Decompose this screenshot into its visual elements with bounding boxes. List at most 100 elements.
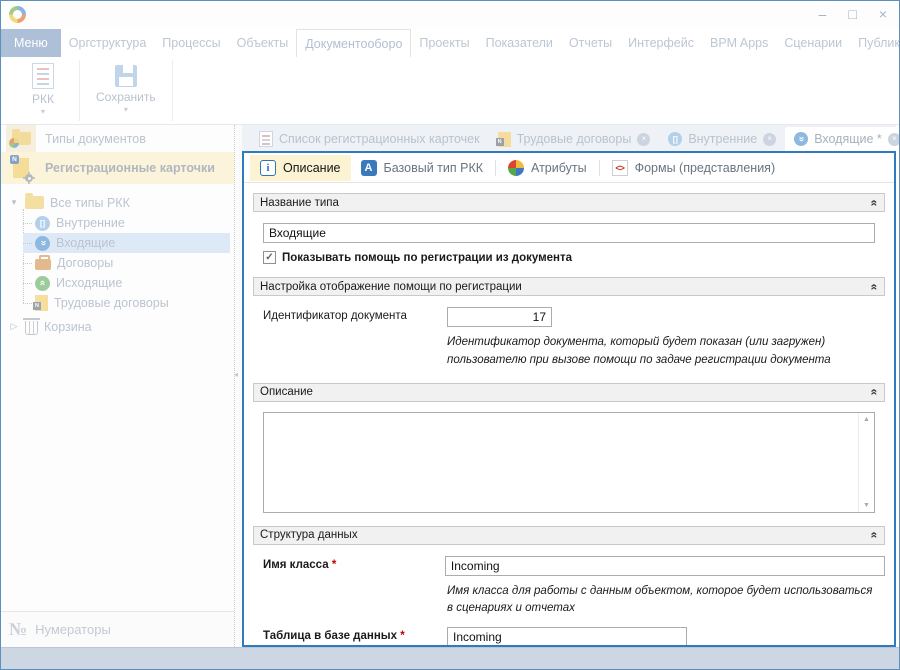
titlebar: – □ × xyxy=(1,1,899,29)
tab-divider xyxy=(495,160,496,176)
type-name-input[interactable] xyxy=(263,223,875,243)
tab-registration-cards-list[interactable]: Список регистрационных карточек xyxy=(250,127,489,151)
section-title: Структура данных xyxy=(260,529,358,541)
close-icon[interactable]: × xyxy=(879,5,887,23)
save-floppy-icon xyxy=(115,65,137,87)
document-id-input[interactable] xyxy=(447,307,552,327)
checkbox-checked-icon[interactable]: ✓ xyxy=(263,251,276,264)
app-logo-icon xyxy=(9,6,26,23)
tree-node-all-rkk-types[interactable]: ▾ Все типы РКК xyxy=(1,192,234,213)
description-textarea[interactable]: ▲ ▼ xyxy=(263,412,875,513)
tree-node-label: Все типы РКК xyxy=(50,196,130,210)
editor-tab-base-rkk-type[interactable]: А Базовый тип РКК xyxy=(351,155,494,181)
class-name-input[interactable] xyxy=(445,556,885,576)
incoming-docs-icon: » xyxy=(35,236,50,251)
scroll-up-icon[interactable]: ▲ xyxy=(863,416,870,423)
tab-processes[interactable]: Процессы xyxy=(154,29,228,57)
tab-incoming[interactable]: » Входящие * × xyxy=(785,127,900,151)
collapse-section-icon[interactable]: « xyxy=(870,389,880,396)
tree-node-contracts[interactable]: Договоры xyxy=(23,253,234,273)
registration-card-icon: N xyxy=(13,158,29,178)
section-title: Описание xyxy=(260,386,313,398)
tree-node-label: Трудовые договоры xyxy=(54,296,169,310)
code-brackets-icon: <> xyxy=(612,160,628,176)
ribbon-separator xyxy=(79,60,80,121)
document-id-label: Идентификатор документа xyxy=(263,307,447,322)
internal-docs-icon: [] xyxy=(35,216,50,231)
tab-reports[interactable]: Отчеты xyxy=(561,29,620,57)
editor-tab-description[interactable]: i Описание xyxy=(250,155,351,181)
tab-document-flow[interactable]: Документооборо xyxy=(296,29,411,57)
tab-projects[interactable]: Проекты xyxy=(411,29,477,57)
rkk-button-label: РКК xyxy=(32,92,54,106)
section-header-help-settings[interactable]: Настройка отображение помощи по регистра… xyxy=(253,277,885,296)
caret-down-icon: ▾ xyxy=(124,107,128,113)
editor-tab-attributes[interactable]: Атрибуты xyxy=(498,155,597,181)
menu-button[interactable]: Меню xyxy=(1,29,61,57)
rkk-tree: ▾ Все типы РКК [] Внутренние » Входящие … xyxy=(1,192,234,337)
sidebar-item-label: Нумераторы xyxy=(35,622,111,637)
tab-label: Трудовые договоры xyxy=(517,132,632,146)
save-button[interactable]: Сохранить ▾ xyxy=(88,57,164,124)
textarea-scrollbar[interactable]: ▲ ▼ xyxy=(858,413,874,512)
minimize-icon[interactable]: – xyxy=(819,5,827,23)
document-tab-strip: Список регистрационных карточек N Трудов… xyxy=(242,125,896,151)
ribbon-tab-bar: Меню Оргструктура Процессы Объекты Докум… xyxy=(1,29,899,57)
labor-contract-doc-icon: N xyxy=(498,132,511,147)
tab-internal[interactable]: [] Внутренние × xyxy=(659,127,785,151)
tree-node-label: Входящие xyxy=(56,236,115,250)
section-header-description[interactable]: Описание « xyxy=(253,383,885,402)
app-window: – □ × Меню Оргструктура Процессы Объекты… xyxy=(0,0,900,670)
collapse-section-icon[interactable]: « xyxy=(870,283,880,290)
sidebar-item-document-types[interactable]: Типы документов xyxy=(1,125,234,152)
sidebar-item-label: Типы документов xyxy=(45,132,146,146)
splitter-collapse-icon[interactable]: ◂ xyxy=(234,370,238,379)
tab-orgstructure[interactable]: Оргструктура xyxy=(61,29,154,57)
sidebar-item-numerators[interactable]: № Нумераторы xyxy=(1,611,234,647)
tab-interface[interactable]: Интерфейс xyxy=(620,29,702,57)
checkbox-label: Показывать помощь по регистрации из доку… xyxy=(282,252,572,264)
tab-labor-contracts[interactable]: N Трудовые договоры × xyxy=(489,127,660,151)
tab-objects[interactable]: Объекты xyxy=(229,29,297,57)
tab-publication[interactable]: Публикация xyxy=(850,29,900,57)
show-help-checkbox-row[interactable]: ✓ Показывать помощь по регистрации из до… xyxy=(263,251,885,264)
outgoing-docs-icon: » xyxy=(35,276,50,291)
sidebar-splitter[interactable]: ◂ xyxy=(234,125,242,647)
tree-node-internal[interactable]: [] Внутренние xyxy=(23,213,234,233)
status-bar xyxy=(1,647,899,669)
incoming-docs-icon: » xyxy=(794,132,808,146)
tab-close-icon[interactable]: × xyxy=(763,133,776,146)
tab-bpm-apps[interactable]: BPM Apps xyxy=(702,29,776,57)
labor-contract-doc-icon: N xyxy=(35,295,48,311)
tab-label: Входящие * xyxy=(814,132,882,146)
tree-expander-icon[interactable]: ▾ xyxy=(9,197,19,208)
section-title: Настройка отображение помощи по регистра… xyxy=(260,281,522,293)
save-button-label: Сохранить xyxy=(96,90,156,104)
tab-close-icon[interactable]: × xyxy=(888,133,900,146)
tree-node-labor-contracts[interactable]: N Трудовые договоры xyxy=(23,293,234,313)
list-icon xyxy=(259,131,273,147)
tree-expander-icon[interactable]: ▷ xyxy=(9,321,19,332)
pie-chart-icon xyxy=(508,160,524,176)
section-header-type-name[interactable]: Название типа « xyxy=(253,193,885,212)
rkk-button[interactable]: РКК ▾ xyxy=(15,57,71,124)
window-controls: – □ × xyxy=(819,5,887,23)
scroll-down-icon[interactable]: ▼ xyxy=(863,502,870,509)
maximize-icon[interactable]: □ xyxy=(848,5,856,23)
collapse-section-icon[interactable]: « xyxy=(870,532,880,539)
collapse-section-icon[interactable]: « xyxy=(870,199,880,206)
tab-close-icon[interactable]: × xyxy=(637,133,650,146)
editor-panel: i Описание А Базовый тип РКК Атрибуты <>… xyxy=(242,151,896,647)
editor-tab-label: Описание xyxy=(283,161,341,175)
tab-indicators[interactable]: Показатели xyxy=(478,29,561,57)
sidebar-item-registration-cards[interactable]: N Регистрационные карточки xyxy=(1,152,234,184)
tree-node-outgoing[interactable]: » Исходящие xyxy=(23,273,234,293)
tree-node-trash[interactable]: ▷ Корзина xyxy=(1,316,234,337)
section-header-data-structure[interactable]: Структура данных « xyxy=(253,526,885,545)
editor-tab-forms[interactable]: <> Формы (представления) xyxy=(602,155,786,181)
db-table-input[interactable] xyxy=(447,627,687,645)
tree-node-incoming[interactable]: » Входящие xyxy=(23,233,230,253)
sidebar-item-label: Регистрационные карточки xyxy=(45,161,215,175)
tab-scenarios[interactable]: Сценарии xyxy=(776,29,850,57)
tab-label: Внутренние xyxy=(688,132,757,146)
